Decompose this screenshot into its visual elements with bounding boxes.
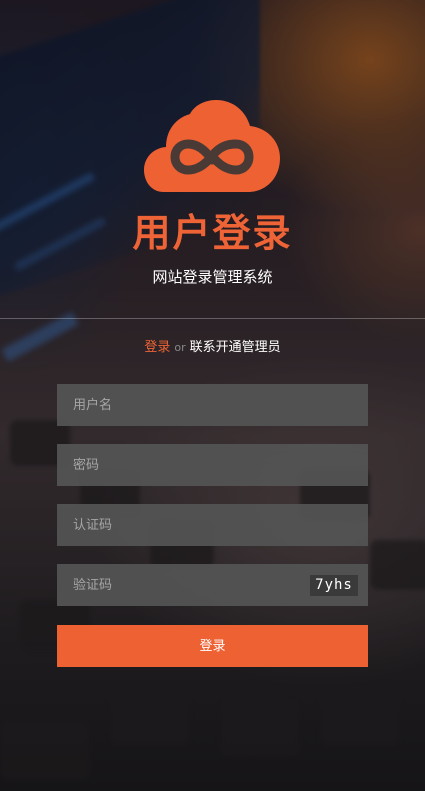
- auth-links: 登录 or 联系开通管理员: [0, 338, 425, 358]
- password-input[interactable]: [57, 444, 368, 486]
- username-input[interactable]: [57, 384, 368, 426]
- verify-code-field: 7yhs: [57, 564, 368, 606]
- login-page: 用户登录 网站登录管理系统 登录 or 联系开通管理员 7yhs 登录: [0, 0, 425, 791]
- auth-code-input[interactable]: [57, 504, 368, 546]
- header-divider: [0, 318, 425, 319]
- page-title: 用户登录: [132, 211, 293, 255]
- cloud-infinity-icon: [142, 100, 282, 196]
- or-separator: or: [174, 341, 186, 354]
- username-field: [57, 384, 368, 426]
- auth-code-field: [57, 504, 368, 546]
- captcha-image[interactable]: 7yhs: [310, 575, 358, 596]
- contact-admin-link[interactable]: 联系开通管理员: [190, 340, 281, 355]
- page-subtitle: 网站登录管理系统: [152, 268, 273, 286]
- login-link[interactable]: 登录: [144, 340, 170, 355]
- login-submit-button[interactable]: 登录: [57, 625, 368, 667]
- password-field: [57, 444, 368, 486]
